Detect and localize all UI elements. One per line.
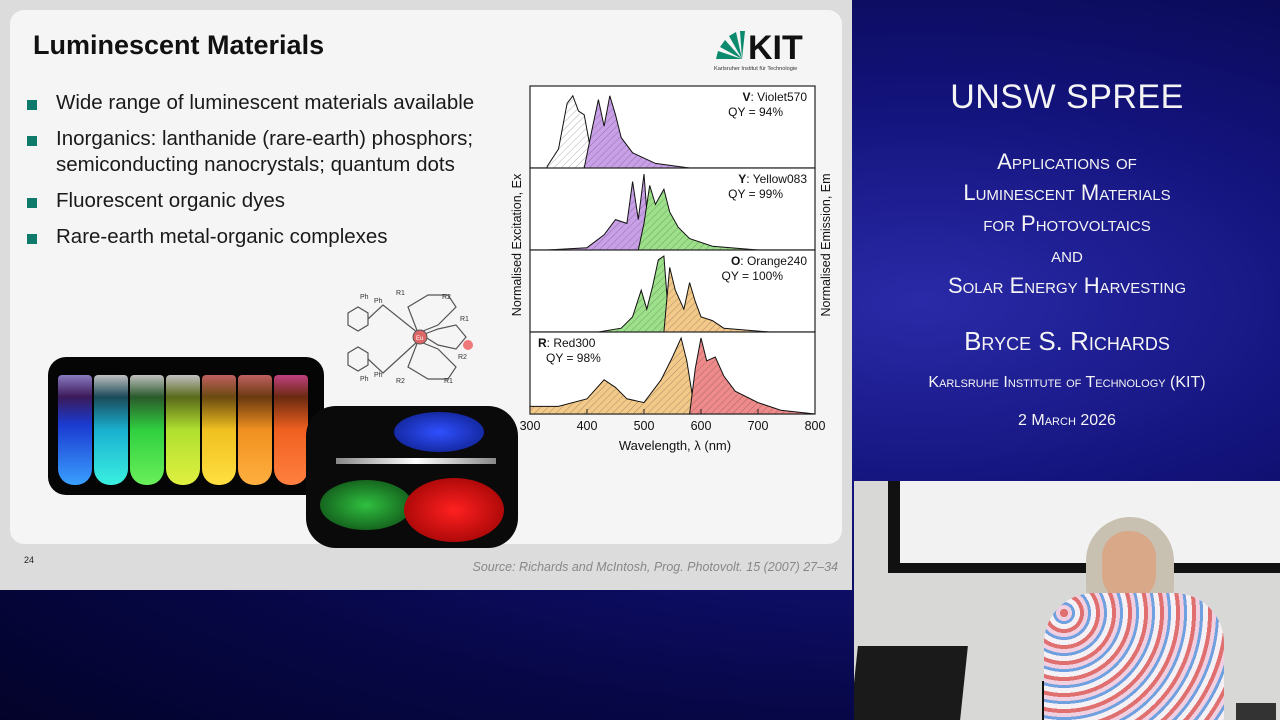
- vial-orange: [238, 375, 272, 485]
- chart-x-axis-label: Wavelength, λ (nm): [619, 438, 731, 453]
- kit-logo-subtitle: Karlsruher Institut für Technologie: [714, 66, 797, 72]
- mol-center-label: Eu: [416, 336, 423, 342]
- mol-ph-label: Ph: [374, 372, 383, 379]
- chart-y-axis-label-right: Normalised Emission, Em: [819, 173, 833, 316]
- bullet-text: Wide range of luminescent materials avai…: [56, 91, 475, 114]
- bullet-item: Wide range of luminescent materials avai…: [24, 90, 484, 116]
- dish-blue: [394, 412, 484, 452]
- chart-panel-label: R: Red300: [538, 336, 596, 350]
- mol-ph-label: Ph: [374, 298, 383, 305]
- mol-r1-label: R1: [460, 316, 469, 323]
- talk-title-line: Applications of: [997, 149, 1137, 174]
- speaker-face: [1102, 531, 1156, 601]
- fluorescent-vials-photo: [48, 357, 324, 495]
- molecule-diagram: Eu Ph Ph Ph Ph R1 R2 R1 R2 R2 R1: [347, 290, 473, 385]
- chart-panel-qy: QY = 94%: [728, 105, 783, 119]
- spectra-chart: V: Violet570QY = 94%Y: Yellow083QY = 99%…: [510, 85, 833, 453]
- chart-x-tick-label: 700: [748, 419, 769, 433]
- chart-panel-red300: R: Red300QY = 98%: [529, 331, 816, 415]
- chart-x-tick-label: 400: [577, 419, 598, 433]
- bullet-text: Rare-earth metal-organic complexes: [56, 225, 388, 248]
- chart-y-axis-label-left: Normalised Excitation, Ex: [510, 173, 524, 316]
- lectern-monitor: [854, 646, 968, 720]
- chart-panel-qy: QY = 99%: [728, 187, 783, 201]
- talk-title-line: Solar Energy Harvesting: [947, 273, 1187, 298]
- presenter-affiliation: Karlsruhe Institute of Technology (KIT): [928, 374, 1206, 391]
- light-strip: [336, 458, 496, 464]
- slide: Luminescent Materials KIT Karlsruher Ins…: [0, 0, 852, 590]
- bullet-list: Wide range of luminescent materials avai…: [24, 90, 484, 260]
- vial-blue: [58, 375, 92, 485]
- bullet-marker: [27, 136, 37, 146]
- equipment: [1236, 703, 1276, 720]
- chart-panel-label: O: Orange240: [731, 254, 807, 268]
- mol-ph-label: Ph: [360, 376, 369, 383]
- bullet-text: Inorganics: lanthanide (rare-earth) phos…: [56, 127, 474, 176]
- chart-panel-label: V: Violet570: [742, 90, 807, 104]
- presenter-name: Bryce S. Richards: [964, 326, 1170, 356]
- slide-number: 24: [24, 555, 35, 565]
- bullet-marker: [27, 198, 37, 208]
- dish-green: [320, 480, 412, 530]
- mol-r1-label: R1: [396, 290, 405, 297]
- kit-logo-text: KIT: [748, 29, 803, 67]
- bullet-text: Fluorescent organic dyes: [56, 189, 286, 212]
- bullet-item: Inorganics: lanthanide (rare-earth) phos…: [24, 126, 484, 178]
- talk-title-line: Luminescent Materials: [963, 180, 1171, 205]
- speaker-video: [854, 481, 1280, 720]
- mol-ph-label: Ph: [360, 294, 369, 301]
- event-title: UNSW SPREE: [950, 78, 1184, 116]
- mol-r1-label: R1: [444, 378, 453, 385]
- mol-r2-label: R2: [396, 378, 405, 385]
- chart-panel-orange240: O: Orange240QY = 100%: [529, 249, 816, 333]
- chart-panel-qy: QY = 98%: [546, 351, 601, 365]
- source-citation: Source: Richards and McIntosh, Prog. Pho…: [472, 560, 839, 574]
- talk-title: Applications of Luminescent Materials fo…: [854, 146, 1280, 301]
- kit-logo: KIT Karlsruher Institut für Technologie: [714, 29, 803, 72]
- chart-x-tick-label: 500: [634, 419, 655, 433]
- mol-r2-label: R2: [458, 354, 467, 361]
- petri-dishes-photo: [306, 406, 518, 548]
- chart-panel-qy: QY = 100%: [722, 269, 784, 283]
- talk-title-line: for Photovoltaics: [983, 211, 1151, 236]
- vial-lime: [166, 375, 200, 485]
- bullet-marker: [27, 100, 37, 110]
- speaker-shirt: [1044, 593, 1224, 720]
- chart-x-tick-label: 800: [805, 419, 826, 433]
- bullet-item: Rare-earth metal-organic complexes: [24, 224, 484, 250]
- chart-x-tick-label: 600: [691, 419, 712, 433]
- pointer-dot: [463, 340, 473, 350]
- talk-title-line: and: [1051, 242, 1083, 267]
- bullet-marker: [27, 234, 37, 244]
- vial-red: [274, 375, 308, 485]
- dish-red: [404, 478, 504, 542]
- chart-panel-label: Y: Yellow083: [738, 172, 807, 186]
- talk-date: 2 March 2026: [1018, 412, 1116, 429]
- title-panel: UNSW SPREE Applications of Luminescent M…: [854, 0, 1280, 480]
- vial-yellow: [202, 375, 236, 485]
- slide-title: Luminescent Materials: [33, 30, 325, 60]
- vial-cyan: [94, 375, 128, 485]
- bullet-item: Fluorescent organic dyes: [24, 188, 484, 214]
- mol-r2-label: R2: [442, 294, 451, 301]
- vial-green: [130, 375, 164, 485]
- chart-panel-violet570: V: Violet570QY = 94%: [529, 85, 816, 169]
- chart-x-tick-label: 300: [520, 419, 541, 433]
- chart-panel-yellow083: Y: Yellow083QY = 99%: [529, 167, 816, 251]
